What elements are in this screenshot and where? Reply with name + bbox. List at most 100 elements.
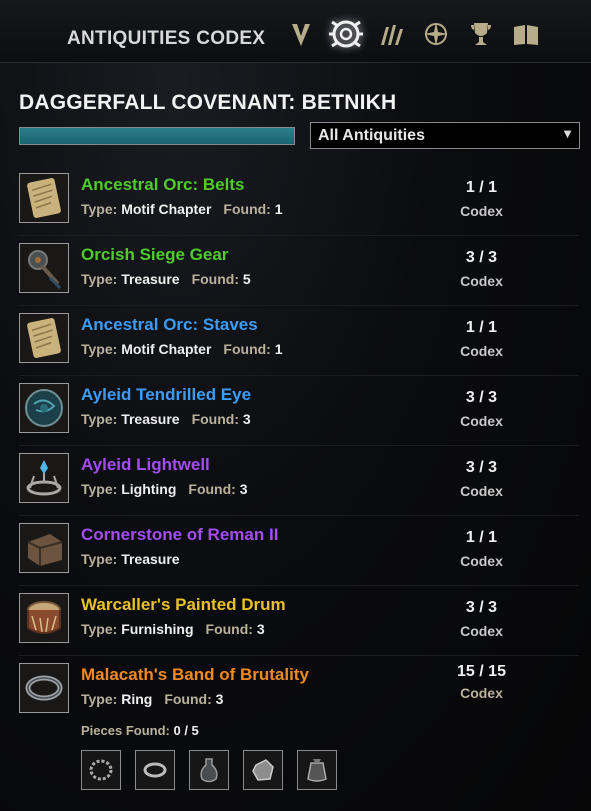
antiquity-count: 3 / 3 xyxy=(465,459,498,476)
set-piece-slot[interactable] xyxy=(81,750,121,790)
antiquity-name: Ayleid Tendrilled Eye xyxy=(81,385,252,404)
antiquity-meta: Type: Treasure xyxy=(81,551,180,567)
antiquity-type: Motif Chapter xyxy=(121,341,212,357)
bracelet-icon xyxy=(89,759,113,781)
antiquity-count: 3 / 3 xyxy=(465,599,498,616)
antiquity-row[interactable]: Orcish Siege Gear Type: Treasure Found: 5… xyxy=(19,235,579,306)
antiquity-count: 1 / 1 xyxy=(465,179,498,196)
antiquity-meta: Type: Motif Chapter Found: 1 xyxy=(81,341,283,357)
found-label: Found: xyxy=(191,271,239,287)
tab-antiquities[interactable] xyxy=(323,12,368,56)
antiquity-row[interactable]: Cornerstone of Reman II Type: Treasure 1… xyxy=(19,515,579,586)
codex-link[interactable]: Codex xyxy=(439,623,524,639)
antiquity-type: Treasure xyxy=(121,411,180,427)
antiquity-meta: Type: Treasure Found: 3 xyxy=(81,411,251,427)
antiquity-name: Ancestral Orc: Staves xyxy=(81,315,258,334)
antiquity-row[interactable]: Warcaller's Painted Drum Type: Furnishin… xyxy=(19,585,579,656)
type-label: Type: xyxy=(81,201,118,217)
set-piece-slot[interactable] xyxy=(297,750,337,790)
found-label: Found: xyxy=(191,411,239,427)
antiquity-count: 15 / 15 xyxy=(457,663,506,680)
lightwell-icon xyxy=(26,460,62,496)
antiquity-type: Furnishing xyxy=(121,621,194,637)
tab-achievements[interactable] xyxy=(458,12,503,56)
set-piece-slot[interactable] xyxy=(243,750,283,790)
antiquity-name: Malacath's Band of Brutality xyxy=(81,665,309,684)
compass-star-icon xyxy=(423,22,448,46)
antiquity-found: 3 xyxy=(239,481,248,497)
antiquity-count: 1 / 1 xyxy=(465,529,498,546)
antiquity-icon-frame xyxy=(19,173,69,223)
codex-link[interactable]: Codex xyxy=(439,483,524,499)
antiquity-type: Lighting xyxy=(121,481,177,497)
antiquity-count: 3 / 3 xyxy=(465,249,498,266)
antiquity-name: Orcish Siege Gear xyxy=(81,245,229,264)
antiquity-icon-frame xyxy=(19,453,69,503)
tab-covenant[interactable] xyxy=(278,12,323,56)
type-label: Type: xyxy=(81,341,118,357)
antiquity-found: 1 xyxy=(274,201,283,217)
tab-lore[interactable] xyxy=(503,12,548,56)
set-piece-slot[interactable] xyxy=(189,750,229,790)
antiquity-found: 3 xyxy=(256,621,265,637)
codex-window: ANTIQUITIES CODEX DAGGERFALL COVENANT: B… xyxy=(0,0,591,811)
found-label: Found: xyxy=(205,621,253,637)
antiquity-name: Ayleid Lightwell xyxy=(81,455,210,474)
antiquity-type: Treasure xyxy=(121,551,180,567)
category-tabs xyxy=(278,12,548,56)
antiquity-icon-frame xyxy=(19,593,69,643)
antiquity-row[interactable]: Malacath's Band of Brutality Type: Ring F… xyxy=(19,655,579,725)
book-icon xyxy=(513,25,538,45)
antiquity-name: Cornerstone of Reman II xyxy=(81,525,279,544)
band-icon xyxy=(143,762,167,778)
set-piece-slot[interactable] xyxy=(135,750,175,790)
filter-selected-value: All Antiquities xyxy=(318,127,425,144)
codex-link[interactable]: Codex xyxy=(439,273,524,289)
scroll-icon xyxy=(27,178,61,218)
codex-link[interactable]: Codex xyxy=(439,343,524,359)
antiquities-codex-icon xyxy=(328,20,363,48)
antiquity-type: Ring xyxy=(121,691,153,707)
antiquity-meta: Type: Ring Found: 3 xyxy=(81,691,223,707)
codex-link[interactable]: Codex xyxy=(439,685,524,701)
antiquity-row[interactable]: Ayleid Lightwell Type: Lighting Found: 3 … xyxy=(19,445,579,516)
scroll-icon xyxy=(27,318,61,358)
antiquity-name: Warcaller's Painted Drum xyxy=(81,595,286,614)
antiquity-found: 3 xyxy=(215,691,224,707)
codex-link[interactable]: Codex xyxy=(439,203,524,219)
pieces-found-value: 0 / 5 xyxy=(173,723,199,738)
found-label: Found: xyxy=(223,201,271,217)
antiquity-type: Treasure xyxy=(121,271,180,287)
antiquity-row[interactable]: Ancestral Orc: Staves Type: Motif Chapte… xyxy=(19,305,579,376)
siege-gear-icon xyxy=(28,250,62,290)
type-label: Type: xyxy=(81,551,118,567)
found-label: Found: xyxy=(164,691,212,707)
codex-link[interactable]: Codex xyxy=(439,413,524,429)
drum-icon xyxy=(27,601,61,634)
tab-guides[interactable] xyxy=(413,12,458,56)
tab-scrolls[interactable] xyxy=(368,12,413,56)
chevron-down-icon: ▼ xyxy=(561,126,574,141)
header-bar: ANTIQUITIES CODEX xyxy=(0,0,591,63)
codex-link[interactable]: Codex xyxy=(439,553,524,569)
antiquity-count: 3 / 3 xyxy=(465,389,498,406)
antiquity-meta: Type: Furnishing Found: 3 xyxy=(81,621,265,637)
antiquity-name: Ancestral Orc: Belts xyxy=(81,175,245,194)
antiquity-meta: Type: Motif Chapter Found: 1 xyxy=(81,201,283,217)
filter-dropdown[interactable]: All Antiquities ▼ xyxy=(310,122,580,149)
antiquity-count: 1 / 1 xyxy=(465,319,498,336)
type-label: Type: xyxy=(81,271,118,287)
pouch-icon xyxy=(307,759,327,782)
orb-icon xyxy=(25,389,63,427)
covenant-emblem-icon xyxy=(291,24,310,46)
zone-progress-bar xyxy=(19,127,295,145)
ring-icon xyxy=(25,675,63,701)
antiquity-row[interactable]: Ancestral Orc: Belts Type: Motif Chapter… xyxy=(19,165,579,236)
found-label: Found: xyxy=(223,341,271,357)
trophy-icon xyxy=(470,23,491,45)
antiquity-found: 5 xyxy=(242,271,251,287)
antiquity-row[interactable]: Ayleid Tendrilled Eye Type: Treasure Foun… xyxy=(19,375,579,446)
antiquity-found: 1 xyxy=(274,341,283,357)
zone-progress-fill xyxy=(20,128,294,144)
antiquity-type: Motif Chapter xyxy=(121,201,212,217)
